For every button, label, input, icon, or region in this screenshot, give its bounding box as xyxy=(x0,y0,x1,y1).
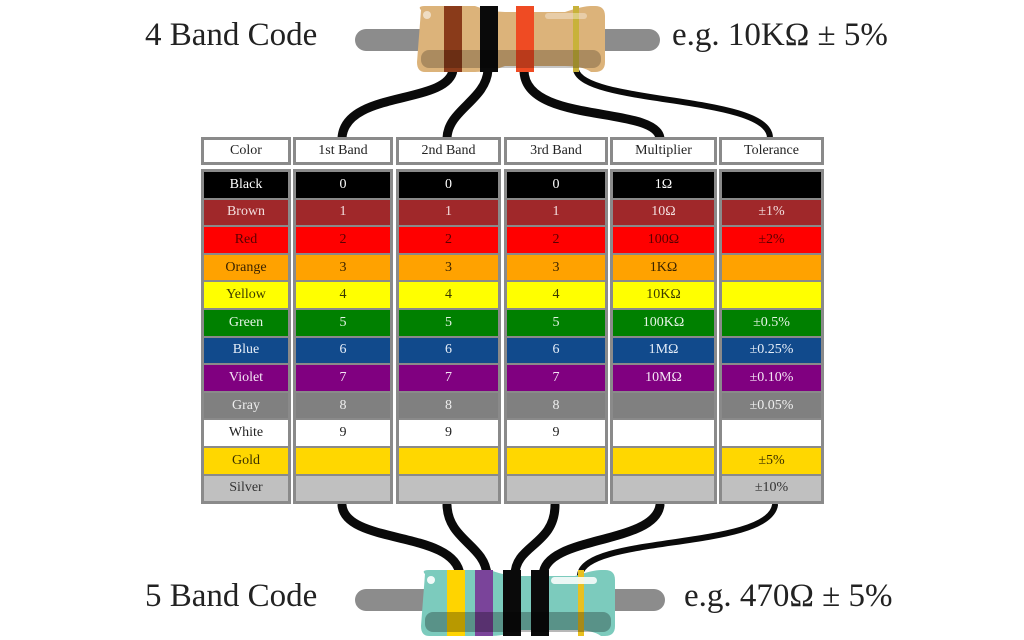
cell-third-blue: 6 xyxy=(507,337,605,364)
column-body-color: Black Brown Red Orange Yellow Green Blue Violet… xyxy=(201,169,291,505)
cell-multiplier-orange: 1KΩ xyxy=(613,254,714,281)
five-band-resistor xyxy=(355,570,665,636)
cell-third-black: 0 xyxy=(507,172,605,198)
cell-color-yellow: Yellow xyxy=(204,282,288,308)
cell-color-orange: Orange xyxy=(204,254,288,281)
resistor-highlight xyxy=(423,11,431,19)
column-body-third: 0123456789 xyxy=(504,169,608,505)
cell-tolerance-gold: ±5% xyxy=(722,447,821,474)
cell-tolerance-green: ±0.5% xyxy=(722,309,821,336)
cell-first-green: 5 xyxy=(296,309,390,336)
cell-multiplier-brown: 10Ω xyxy=(613,199,714,226)
cell-third-silver xyxy=(507,475,605,502)
column-body-second: 0123456789 xyxy=(396,169,501,505)
cell-second-gray: 8 xyxy=(399,392,498,419)
header-third: 3rd Band xyxy=(504,137,608,165)
header-multiplier: Multiplier xyxy=(610,137,717,165)
cell-color-silver: Silver xyxy=(204,475,288,502)
cell-second-green: 5 xyxy=(399,309,498,336)
resistor-highlight xyxy=(427,576,435,584)
header-second: 2nd Band xyxy=(396,137,501,165)
wire-top-band1 xyxy=(337,65,458,143)
cell-second-black: 0 xyxy=(399,172,498,198)
column-body-multiplier: 1Ω 10Ω 100Ω 1KΩ 10KΩ 100KΩ 1MΩ 10MΩ xyxy=(610,169,717,505)
cell-tolerance-blue: ±0.25% xyxy=(722,337,821,364)
cell-first-orange: 3 xyxy=(296,254,390,281)
cell-color-brown: Brown xyxy=(204,199,288,226)
five-band-example: e.g. 470Ω ± 5% xyxy=(684,578,893,614)
cell-tolerance-silver: ±10% xyxy=(722,475,821,502)
cell-tolerance-white xyxy=(722,420,821,446)
cell-third-red: 2 xyxy=(507,227,605,253)
cell-second-blue: 6 xyxy=(399,337,498,364)
cell-second-red: 2 xyxy=(399,227,498,253)
column-body-first: 0123456789 xyxy=(293,169,393,505)
cell-first-blue: 6 xyxy=(296,337,390,364)
cell-multiplier-silver xyxy=(613,475,714,502)
cell-first-white: 9 xyxy=(296,420,390,446)
cell-color-blue: Blue xyxy=(204,337,288,364)
cell-third-brown: 1 xyxy=(507,199,605,226)
cell-tolerance-black xyxy=(722,172,821,198)
cell-first-gold xyxy=(296,447,390,474)
cell-multiplier-gold xyxy=(613,447,714,474)
cell-tolerance-violet: ±0.10% xyxy=(722,365,821,391)
header-color: Color xyxy=(201,137,291,165)
cell-tolerance-gray: ±0.05% xyxy=(722,392,821,419)
four-band-example: e.g. 10KΩ ± 5% xyxy=(672,17,888,53)
cell-multiplier-violet: 10MΩ xyxy=(613,365,714,391)
cell-second-white: 9 xyxy=(399,420,498,446)
cell-third-white: 9 xyxy=(507,420,605,446)
cell-color-green: Green xyxy=(204,309,288,336)
cell-multiplier-gray xyxy=(613,392,714,419)
wire-top-band3 xyxy=(519,65,665,143)
resistor-shine xyxy=(551,577,597,584)
cell-color-gold: Gold xyxy=(204,447,288,474)
cell-first-black: 0 xyxy=(296,172,390,198)
cell-third-violet: 7 xyxy=(507,365,605,391)
cell-second-brown: 1 xyxy=(399,199,498,226)
cell-third-green: 5 xyxy=(507,309,605,336)
cell-first-yellow: 4 xyxy=(296,282,390,308)
cell-second-gold xyxy=(399,447,498,474)
cell-first-red: 2 xyxy=(296,227,390,253)
cell-first-gray: 8 xyxy=(296,392,390,419)
cell-second-violet: 7 xyxy=(399,365,498,391)
cell-multiplier-yellow: 10KΩ xyxy=(613,282,714,308)
cell-tolerance-orange xyxy=(722,254,821,281)
cell-tolerance-brown: ±1% xyxy=(722,199,821,226)
cell-third-orange: 3 xyxy=(507,254,605,281)
cell-first-silver xyxy=(296,475,390,502)
cell-color-white: White xyxy=(204,420,288,446)
header-tolerance: Tolerance xyxy=(719,137,824,165)
cell-multiplier-black: 1Ω xyxy=(613,172,714,198)
resistor-shine xyxy=(545,13,587,19)
cell-tolerance-yellow xyxy=(722,282,821,308)
resistor-shadow xyxy=(421,50,601,68)
resistor-shadow xyxy=(425,612,611,632)
cell-third-gold xyxy=(507,447,605,474)
cell-first-violet: 7 xyxy=(296,365,390,391)
cell-first-brown: 1 xyxy=(296,199,390,226)
cell-second-orange: 3 xyxy=(399,254,498,281)
cell-tolerance-red: ±2% xyxy=(722,227,821,253)
cell-color-black: Black xyxy=(204,172,288,198)
cell-second-silver xyxy=(399,475,498,502)
four-band-title: 4 Band Code xyxy=(145,17,318,53)
cell-second-yellow: 4 xyxy=(399,282,498,308)
wire-top-band4 xyxy=(573,67,773,141)
cell-multiplier-green: 100KΩ xyxy=(613,309,714,336)
cell-color-gray: Gray xyxy=(204,392,288,419)
cell-multiplier-blue: 1MΩ xyxy=(613,337,714,364)
five-band-title: 5 Band Code xyxy=(145,578,318,614)
cell-color-violet: Violet xyxy=(204,365,288,391)
cell-multiplier-red: 100Ω xyxy=(613,227,714,253)
header-first: 1st Band xyxy=(293,137,393,165)
column-body-tolerance: ±1% ±2% ±0.5% ±0.25% ±0.10% ±0.05% ±5% ±10% xyxy=(719,169,824,505)
four-band-resistor xyxy=(355,6,660,72)
cell-multiplier-white xyxy=(613,420,714,446)
cell-color-red: Red xyxy=(204,227,288,253)
cell-third-gray: 8 xyxy=(507,392,605,419)
cell-third-yellow: 4 xyxy=(507,282,605,308)
